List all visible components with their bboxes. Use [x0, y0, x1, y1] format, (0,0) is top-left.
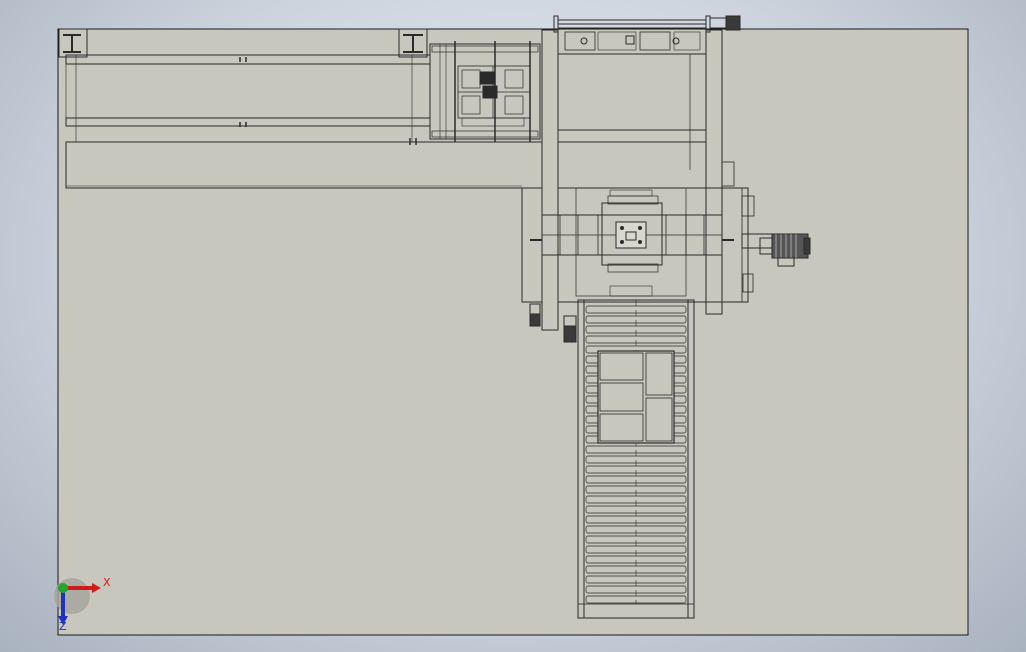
- triad-shadow: [54, 578, 90, 614]
- carton-box: [597, 350, 675, 444]
- triad-y-axis: [58, 583, 68, 593]
- drawing-sheet: [57, 28, 969, 636]
- triad-x-label: X: [103, 576, 111, 589]
- cad-viewport[interactable]: X Z: [0, 0, 1026, 652]
- triad-z-label: Z: [59, 620, 67, 633]
- top-view-drawing[interactable]: [0, 0, 1026, 652]
